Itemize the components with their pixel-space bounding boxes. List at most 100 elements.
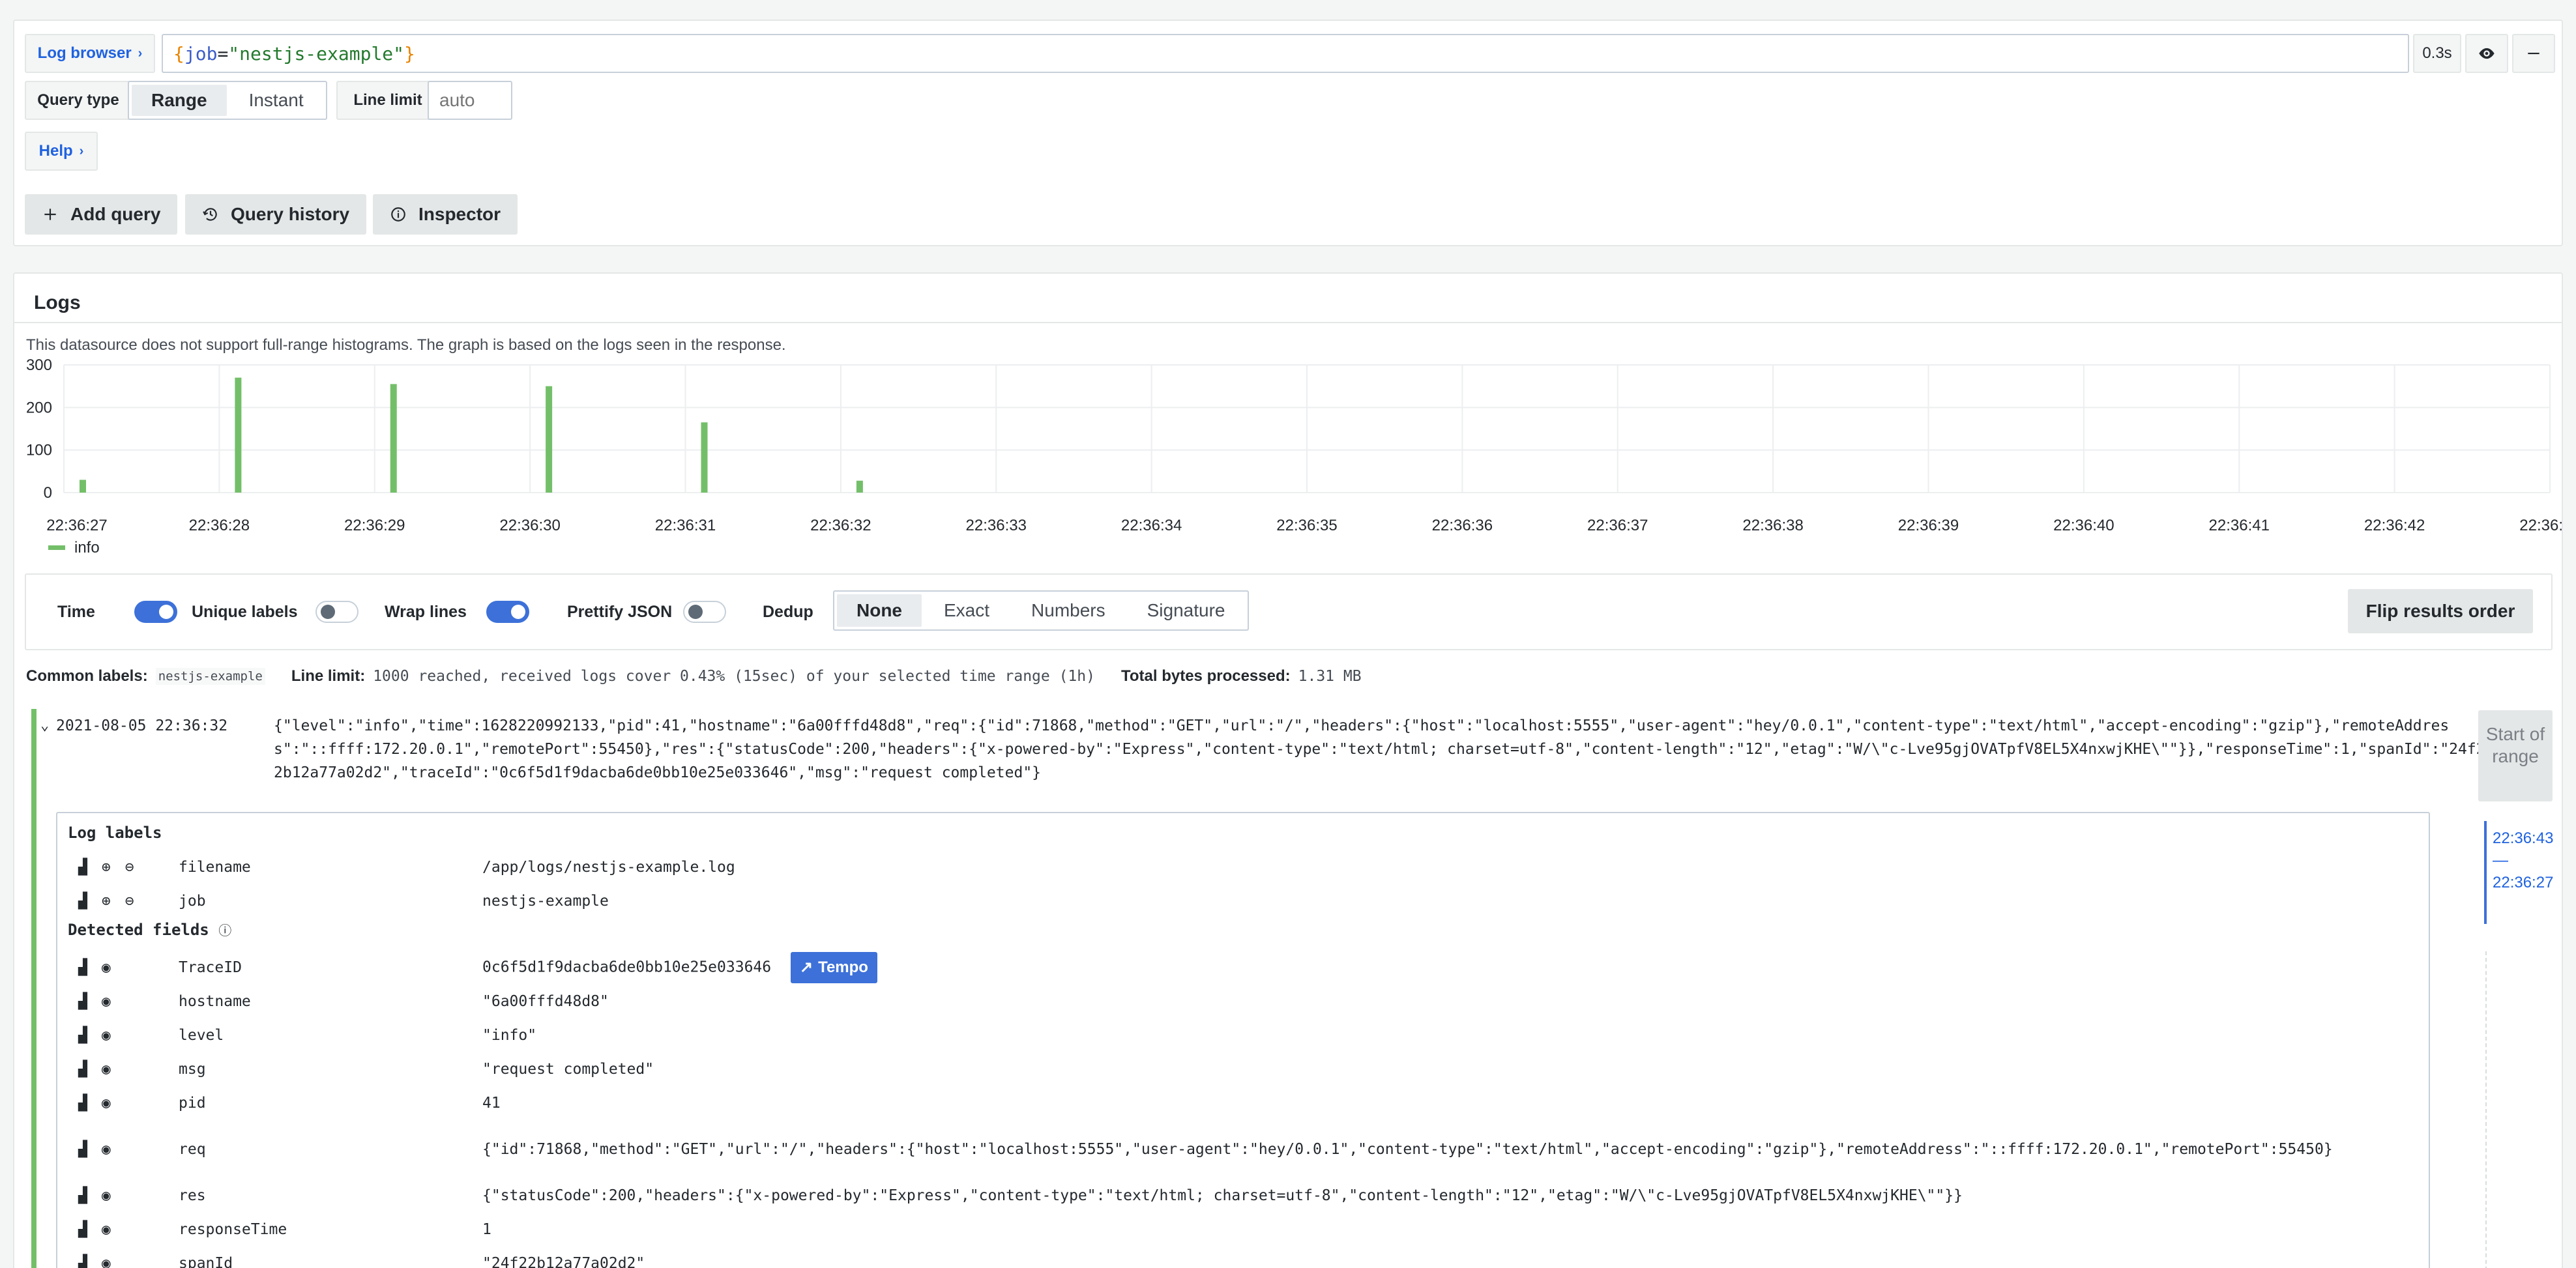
log-labels-title: Log labels — [68, 824, 162, 842]
range-track — [2485, 951, 2487, 1268]
eye-icon[interactable]: ◉ — [102, 993, 111, 1010]
field-key: res — [179, 1187, 206, 1204]
dedup-signature-option[interactable]: Signature — [1128, 594, 1245, 627]
line-limit-input[interactable] — [428, 81, 512, 120]
label-row: ▟ ⊕ ⊖ filename /app/logs/nestjs-example.… — [68, 851, 2414, 884]
help-button[interactable]: Help › — [25, 132, 98, 171]
histogram-bar[interactable] — [235, 377, 242, 493]
start-of-range-button[interactable]: Start of range — [2478, 710, 2553, 801]
stats-icon[interactable]: ▟ — [78, 1027, 87, 1044]
histogram-bar[interactable] — [546, 386, 553, 493]
wrap-lines-toggle[interactable] — [486, 601, 529, 623]
zoom-out-icon[interactable]: ⊖ — [125, 893, 134, 910]
line-limit-label-text: Line limit — [353, 91, 422, 109]
dedup-numbers-option[interactable]: Numbers — [1012, 594, 1125, 627]
log-timestamp: 2021-08-05 22:36:32 — [56, 717, 228, 734]
x-tick-label: 22:36:28 — [189, 517, 250, 534]
field-key: spanId — [179, 1255, 233, 1268]
histogram-bar[interactable] — [856, 480, 863, 493]
toggle-knob — [511, 605, 525, 619]
stats-icon[interactable]: ▟ — [78, 1255, 87, 1268]
field-value: "6a00fffd48d8" — [482, 993, 609, 1010]
query-type-label-text: Query type — [37, 91, 119, 109]
stats-icon[interactable]: ▟ — [78, 859, 87, 876]
field-value: 1 — [482, 1221, 491, 1238]
query-type-range-option[interactable]: Range — [132, 85, 227, 116]
x-tick-label: 22:36:38 — [1742, 517, 1803, 534]
stats-icon[interactable]: ▟ — [78, 1187, 87, 1204]
prettify-json-toggle[interactable] — [683, 601, 726, 623]
zoom-out-icon[interactable]: ⊖ — [125, 859, 134, 876]
history-icon — [203, 208, 217, 221]
logs-panel: Logs This datasource does not support fu… — [13, 272, 2563, 1268]
chevron-right-icon: › — [79, 143, 84, 158]
query-type-label: Query type — [25, 81, 132, 120]
zoom-in-icon[interactable]: ⊕ — [102, 859, 111, 876]
trace-id-value: 0c6f5d1f9dacba6de0bb10e25e033646 — [482, 958, 772, 976]
field-actions: ▟ ⊕ ⊖ — [68, 859, 179, 876]
collapse-query-button[interactable] — [2512, 34, 2555, 73]
histogram-bar[interactable] — [701, 422, 708, 493]
histogram-bar[interactable] — [80, 480, 86, 493]
histogram-bar[interactable] — [390, 384, 397, 493]
logs-panel-title: Logs — [34, 292, 81, 313]
x-tick-label: 22:36:31 — [655, 517, 716, 534]
field-actions: ▟ ◉ — [68, 1141, 179, 1158]
unique-labels-toggle[interactable] — [315, 601, 359, 623]
y-tick-label: 300 — [26, 356, 52, 374]
zoom-in-icon[interactable]: ⊕ — [102, 893, 111, 910]
field-actions: ▟ ◉ — [68, 1027, 179, 1044]
dedup-none-option[interactable]: None — [837, 594, 922, 627]
stats-icon[interactable]: ▟ — [78, 893, 87, 910]
eye-icon[interactable]: ◉ — [102, 959, 111, 976]
question-circle-icon[interactable]: ⓘ — [218, 923, 231, 938]
eye-icon[interactable]: ◉ — [102, 1141, 111, 1158]
range-label[interactable]: 22:36:43 — 22:36:27 — [2493, 828, 2553, 894]
disable-query-button[interactable] — [2465, 34, 2508, 73]
y-tick-label: 100 — [26, 442, 52, 459]
dedup-exact-option[interactable]: Exact — [924, 594, 1009, 627]
stats-icon[interactable]: ▟ — [78, 1095, 87, 1112]
field-key: hostname — [179, 993, 251, 1010]
time-toggle-label: Time — [57, 602, 95, 621]
eye-icon[interactable]: ◉ — [102, 1027, 111, 1044]
query-input[interactable]: {job = "nestjs-example"} — [162, 34, 2409, 73]
tempo-link-button[interactable]: ↗ Tempo — [790, 952, 877, 983]
log-browser-button[interactable]: Log browser › — [25, 34, 155, 73]
eye-icon[interactable]: ◉ — [102, 1255, 111, 1268]
flip-results-order-button[interactable]: Flip results order — [2348, 589, 2533, 633]
minus-icon — [2528, 52, 2539, 55]
unique-labels-toggle-label: Unique labels — [192, 602, 298, 621]
eye-icon[interactable]: ◉ — [102, 1187, 111, 1204]
stats-icon[interactable]: ▟ — [78, 993, 87, 1010]
detected-field-row: ▟ ◉ spanId "24f22b12a77a02d2" — [68, 1247, 2414, 1268]
eye-icon[interactable]: ◉ — [102, 1095, 111, 1112]
external-link-icon: ↗ — [799, 958, 813, 976]
toggle-knob — [159, 605, 173, 619]
inspector-button[interactable]: Inspector — [373, 194, 518, 235]
x-tick-label: 22:36:27 — [46, 517, 107, 534]
stats-icon[interactable]: ▟ — [78, 959, 87, 976]
x-tick-label: 22:36:30 — [499, 517, 560, 534]
field-value: 0c6f5d1f9dacba6de0bb10e25e033646 ↗ Tempo — [482, 952, 2414, 983]
query-history-button[interactable]: Query history — [185, 194, 367, 235]
query-token-label-key: job — [184, 42, 218, 65]
legend-label[interactable]: info — [74, 539, 100, 556]
field-value: {"id":71868,"method":"GET","url":"/","he… — [482, 1141, 2333, 1158]
total-bytes-value: 1.31 MB — [1298, 668, 1362, 685]
query-token-brace-close: } — [404, 42, 415, 65]
query-type-instant-option[interactable]: Instant — [229, 85, 323, 116]
chevron-down-icon[interactable]: ⌄ — [40, 714, 49, 738]
query-token-label-value: "nestjs-example" — [228, 42, 405, 65]
stats-icon[interactable]: ▟ — [78, 1141, 87, 1158]
add-query-button[interactable]: Add query — [25, 194, 178, 235]
field-actions: ▟ ◉ — [68, 1095, 179, 1112]
eye-icon[interactable]: ◉ — [102, 1221, 111, 1238]
divider — [14, 322, 2562, 323]
inspector-label: Inspector — [418, 204, 501, 224]
eye-icon[interactable]: ◉ — [102, 1061, 111, 1078]
stats-icon[interactable]: ▟ — [78, 1061, 87, 1078]
stats-icon[interactable]: ▟ — [78, 1221, 87, 1238]
time-toggle[interactable] — [134, 601, 177, 623]
label-row: ▟ ⊕ ⊖ job nestjs-example — [68, 885, 2414, 917]
